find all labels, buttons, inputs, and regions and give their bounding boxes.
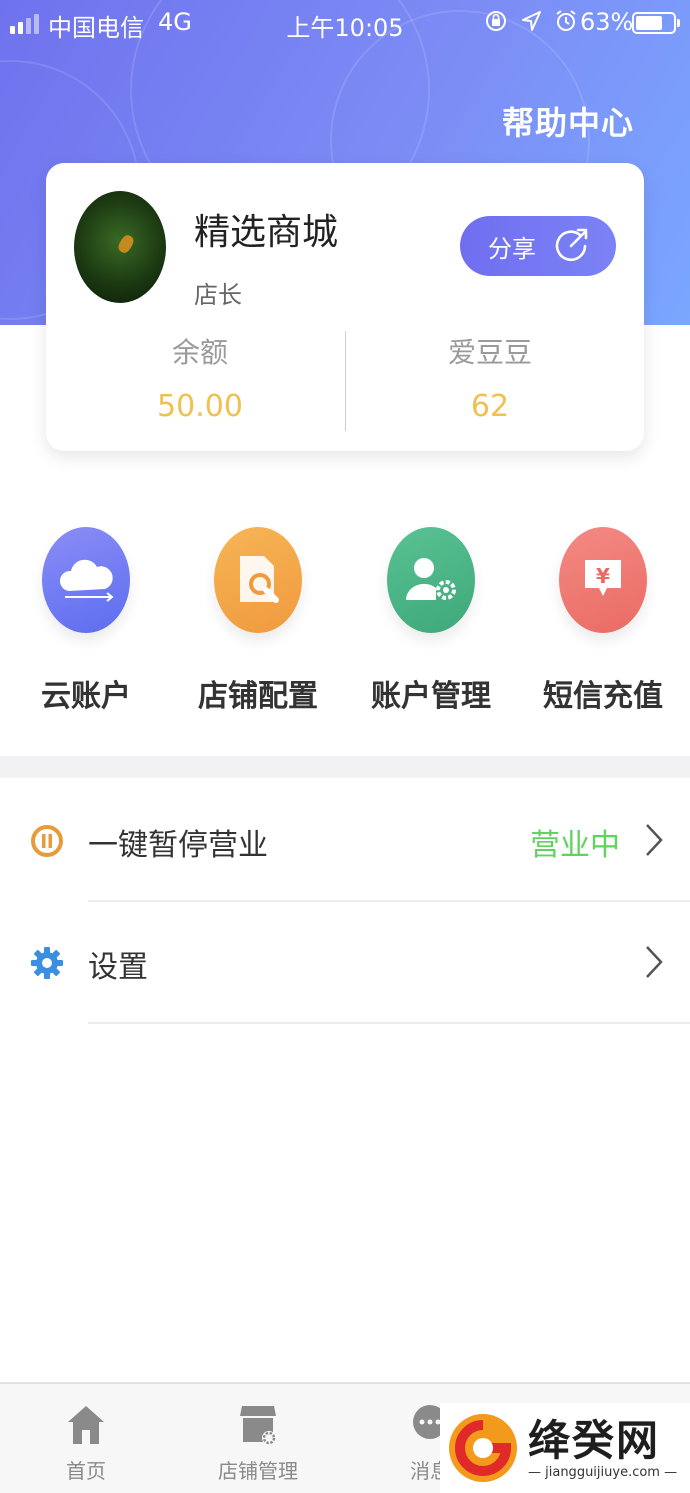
action-account-manage[interactable]: 账户管理 (345, 527, 517, 715)
pause-business-row[interactable]: 一键暂停营业 营业中 (0, 780, 690, 902)
balance-value: 50.00 (157, 389, 243, 424)
user-settings-icon (387, 527, 475, 633)
watermark-title: 绛癸网 (528, 1416, 661, 1465)
action-label: 店铺配置 (198, 679, 318, 714)
action-cloud-account[interactable]: 云账户 (0, 527, 172, 715)
pause-icon (31, 825, 63, 857)
action-label: 云账户 (41, 679, 131, 714)
shop-name: 精选商城 (194, 212, 339, 253)
action-sms-recharge[interactable]: ¥ 短信充值 (517, 527, 689, 715)
row-label: 设置 (88, 950, 148, 985)
user-role: 店长 (194, 281, 242, 309)
balance-label: 余额 (171, 336, 228, 369)
cloud-icon (42, 527, 130, 633)
action-label: 账户管理 (371, 679, 491, 714)
share-button[interactable]: 分享 (460, 216, 616, 276)
store-config-icon (214, 527, 302, 633)
tab-home[interactable]: 首页 (26, 1402, 146, 1484)
watermark: 绛癸网 — jiangguijiuye.com — (440, 1403, 690, 1493)
balance-stat[interactable]: 余额 50.00 (50, 331, 350, 424)
action-store-config[interactable]: 店铺配置 (172, 527, 344, 715)
quick-actions: 云账户 店铺配置 账户管理 ¥ 短信充值 (0, 527, 690, 727)
svg-text:¥: ¥ (596, 564, 610, 588)
row-divider (88, 1022, 690, 1024)
watermark-url: — jiangguijiuye.com — (528, 1465, 678, 1480)
location-icon (522, 11, 541, 31)
tab-store-manage[interactable]: 店铺管理 (198, 1402, 318, 1484)
help-center-link[interactable]: 帮助中心 (502, 98, 634, 144)
profile-card: 精选商城 店长 分享 余额 50.00 爱豆豆 62 (46, 163, 644, 451)
beans-stat[interactable]: 爱豆豆 62 (340, 331, 640, 424)
tab-label: 首页 (66, 1459, 106, 1483)
action-label: 短信充值 (543, 679, 663, 714)
store-manage-icon (240, 1406, 276, 1445)
battery-icon (632, 12, 680, 34)
share-label: 分享 (488, 234, 536, 263)
avatar[interactable] (74, 191, 166, 303)
tab-label: 店铺管理 (218, 1459, 298, 1483)
watermark-logo-icon (449, 1414, 517, 1482)
beans-value: 62 (470, 389, 510, 424)
section-divider (0, 756, 690, 778)
alarm-icon (556, 10, 576, 31)
beans-label: 爱豆豆 (447, 336, 532, 369)
chevron-right-icon (646, 946, 663, 978)
business-status: 营业中 (530, 828, 620, 863)
battery-percent: 63% (580, 8, 634, 36)
share-icon (555, 228, 588, 262)
gear-icon (31, 947, 63, 979)
sms-recharge-icon: ¥ (559, 527, 647, 633)
row-label: 一键暂停营业 (88, 828, 268, 863)
chevron-right-icon (646, 824, 663, 856)
settings-row[interactable]: 设置 (0, 902, 690, 1024)
home-icon (68, 1406, 104, 1444)
orientation-lock-icon (486, 11, 506, 31)
status-bar: 中国电信 4G 上午10:05 63% (0, 0, 690, 48)
